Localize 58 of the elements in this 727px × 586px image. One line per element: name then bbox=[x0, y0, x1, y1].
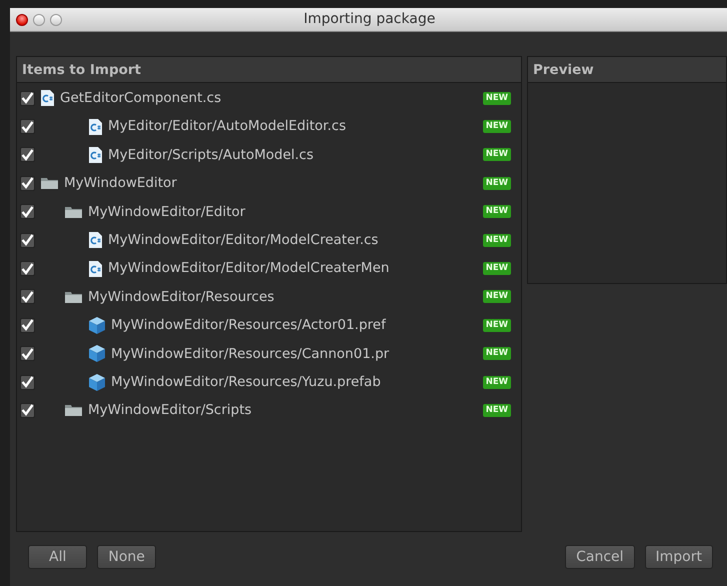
cube-icon bbox=[89, 345, 105, 362]
item-label: MyWindowEditor/Resources/Yuzu.prefab bbox=[111, 372, 381, 392]
new-tag: NEW bbox=[482, 148, 511, 162]
checkbox[interactable] bbox=[20, 204, 35, 220]
new-tag: NEW bbox=[482, 234, 511, 247]
item-label: MyEditor/Scripts/AutoModel.cs bbox=[108, 146, 314, 165]
checkbox[interactable] bbox=[20, 289, 35, 304]
checkbox[interactable] bbox=[20, 346, 35, 362]
new-tag: NEW bbox=[482, 376, 511, 389]
folder-icon bbox=[41, 177, 58, 190]
script-file-icon bbox=[41, 90, 54, 106]
new-tag: NEW bbox=[482, 318, 511, 332]
script-file-icon bbox=[89, 260, 102, 277]
checkbox[interactable] bbox=[20, 119, 35, 134]
new-tag: NEW bbox=[482, 120, 511, 134]
panel-title: Items to Import bbox=[17, 57, 521, 83]
item-label: GetEditorComponent.cs bbox=[60, 89, 222, 108]
script-file-icon bbox=[89, 146, 102, 163]
folder-icon bbox=[65, 290, 82, 303]
checkbox[interactable] bbox=[20, 176, 35, 191]
new-tag: NEW bbox=[482, 176, 511, 190]
cancel-button[interactable]: Cancel bbox=[565, 545, 635, 569]
checkbox[interactable] bbox=[20, 90, 35, 106]
close-button[interactable] bbox=[16, 14, 28, 26]
script-file-icon bbox=[89, 118, 102, 135]
none-button[interactable]: None bbox=[97, 545, 156, 569]
import-button[interactable]: Import bbox=[644, 545, 713, 569]
zoom-button[interactable] bbox=[50, 14, 62, 26]
item-label: MyWindowEditor/Resources bbox=[88, 288, 274, 307]
panel-title: Preview bbox=[528, 57, 726, 83]
new-tag: NEW bbox=[482, 205, 511, 218]
item-label: MyWindowEditor/Resources/Cannon01.pr bbox=[111, 344, 390, 364]
checkbox[interactable] bbox=[20, 147, 35, 162]
cube-icon bbox=[89, 374, 105, 391]
checkbox[interactable] bbox=[20, 318, 35, 333]
item-label: MyWindowEditor/Editor/ModelCreater.cs bbox=[108, 231, 378, 250]
checkbox[interactable] bbox=[20, 261, 35, 276]
item-label: MyWindowEditor/Resources/Actor01.pref bbox=[111, 316, 386, 336]
cube-icon bbox=[89, 316, 105, 334]
checkbox[interactable] bbox=[20, 402, 35, 418]
checkbox[interactable] bbox=[20, 374, 35, 390]
new-tag: NEW bbox=[482, 262, 511, 276]
new-tag: NEW bbox=[482, 404, 511, 417]
all-button[interactable]: All bbox=[28, 545, 88, 569]
folder-icon bbox=[65, 206, 82, 218]
window-title: Importing package bbox=[304, 11, 436, 27]
item-label: MyEditor/Editor/AutoModelEditor.cs bbox=[108, 117, 346, 136]
item-label: MyWindowEditor/Scripts bbox=[88, 401, 252, 420]
item-label: MyWindowEditor bbox=[64, 174, 177, 194]
new-tag: NEW bbox=[482, 347, 511, 360]
new-tag: NEW bbox=[482, 290, 511, 304]
script-file-icon bbox=[89, 232, 102, 248]
item-label: MyWindowEditor/Editor bbox=[88, 202, 246, 222]
checkbox[interactable] bbox=[20, 232, 35, 248]
minimize-button[interactable] bbox=[33, 14, 45, 26]
folder-icon bbox=[65, 404, 82, 416]
item-label: MyWindowEditor/Editor/ModelCreaterMen bbox=[108, 259, 390, 278]
new-tag: NEW bbox=[482, 92, 511, 105]
